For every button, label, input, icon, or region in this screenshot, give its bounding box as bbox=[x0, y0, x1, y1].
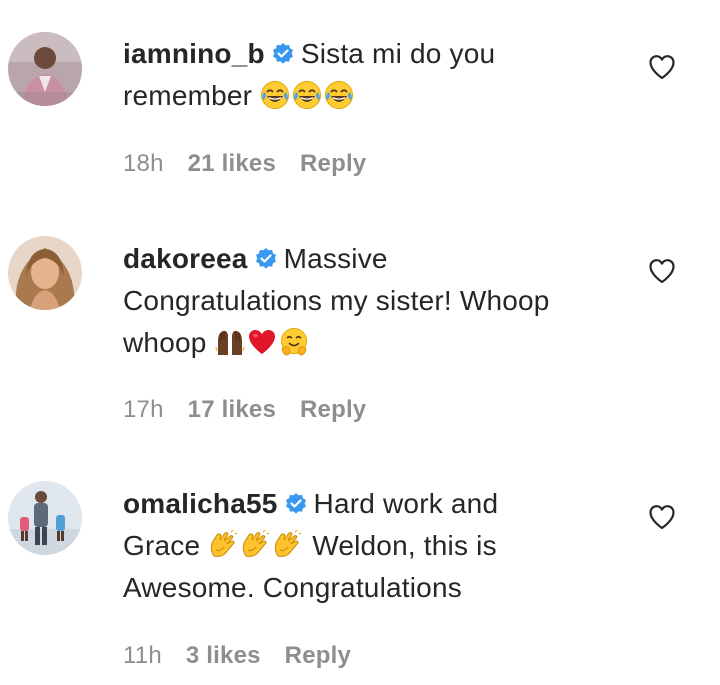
comment-text: whoop bbox=[123, 327, 207, 358]
verified-badge-icon bbox=[272, 43, 293, 64]
face-with-tears-of-joy-emoji bbox=[260, 80, 290, 110]
avatar[interactable] bbox=[8, 481, 82, 555]
hugging-face-emoji bbox=[279, 327, 309, 357]
comment-timestamp[interactable]: 11h bbox=[123, 642, 162, 669]
verified-badge-icon bbox=[285, 493, 306, 514]
comment-likes[interactable]: 21 likes bbox=[188, 150, 276, 177]
heart-icon[interactable] bbox=[648, 258, 676, 284]
heart-icon[interactable] bbox=[648, 504, 676, 530]
comment-likes[interactable]: 3 likes bbox=[186, 642, 261, 669]
clapping-hands-emoji bbox=[240, 530, 270, 560]
comment-meta: 17h 17 likes Reply bbox=[123, 396, 390, 424]
comment-text: Massive bbox=[283, 243, 388, 274]
face-with-tears-of-joy-emoji bbox=[324, 80, 354, 110]
comment-body: dakoreea Massive Congratulations my sist… bbox=[123, 238, 628, 364]
face-with-tears-of-joy-emoji bbox=[292, 80, 322, 110]
reply-button[interactable]: Reply bbox=[300, 150, 366, 177]
comment-likes[interactable]: 17 likes bbox=[188, 396, 276, 423]
red-heart-emoji bbox=[247, 327, 277, 357]
comment-text: Congratulations my sister! Whoop bbox=[123, 285, 550, 316]
clapping-hands-emoji bbox=[208, 530, 238, 560]
raising-hands-emoji bbox=[214, 327, 245, 357]
comment-text: Weldon, this is bbox=[312, 530, 497, 561]
reply-button[interactable]: Reply bbox=[300, 396, 366, 423]
avatar[interactable] bbox=[8, 32, 82, 106]
comment-username[interactable]: omalicha55 bbox=[123, 488, 278, 519]
comment-username[interactable]: dakoreea bbox=[123, 243, 248, 274]
reply-button[interactable]: Reply bbox=[285, 642, 351, 669]
comment-text: Awesome. Congratulations bbox=[123, 572, 462, 603]
verified-badge-icon bbox=[255, 248, 276, 269]
comment-text: remember bbox=[123, 80, 253, 111]
comment-text: Grace bbox=[123, 530, 201, 561]
comment-timestamp[interactable]: 18h bbox=[123, 150, 164, 177]
comment-timestamp[interactable]: 17h bbox=[123, 396, 164, 423]
clapping-hands-emoji bbox=[272, 530, 302, 560]
comment-text: Hard work and bbox=[313, 488, 499, 519]
heart-icon[interactable] bbox=[648, 54, 676, 80]
comment-meta: 18h 21 likes Reply bbox=[123, 150, 390, 178]
comment-meta: 11h 3 likes Reply bbox=[123, 642, 375, 670]
avatar[interactable] bbox=[8, 236, 82, 310]
comment-username[interactable]: iamnino_b bbox=[123, 38, 265, 69]
comment-body: iamnino_b Sista mi do you remember bbox=[123, 33, 628, 117]
comment-text: Sista mi do you bbox=[300, 38, 496, 69]
comment-body: omalicha55 Hard work and Grace Weldon, t… bbox=[123, 483, 628, 609]
